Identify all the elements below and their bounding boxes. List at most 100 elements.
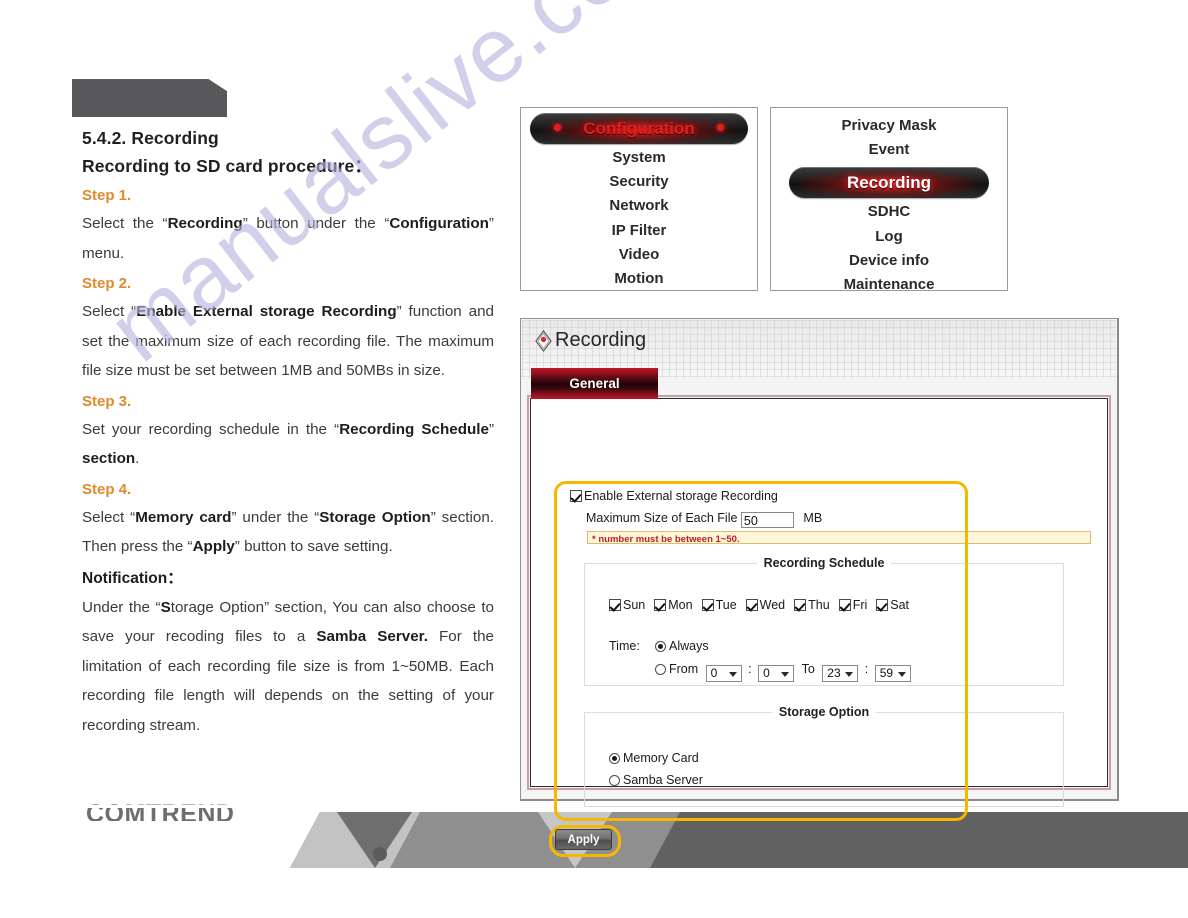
max-size-unit: MB [803, 511, 823, 525]
day-checkbox-row: Sun Mon Tue Wed Thu Fri Sat [609, 598, 918, 612]
step-1-label: Step 1. [82, 187, 132, 204]
tab-general[interactable]: General [531, 368, 658, 399]
menu-item-security[interactable]: Security [521, 170, 757, 194]
page-title: Recording [535, 329, 646, 352]
day-label-thu: Thu [808, 598, 830, 612]
radio-always-icon[interactable] [655, 641, 666, 652]
time-colon-1: : [748, 662, 752, 676]
day-checkbox-mon[interactable]: Mon [654, 598, 693, 612]
configuration-menu-header[interactable]: Configuration [530, 113, 748, 144]
recording-schedule-legend: Recording Schedule [763, 556, 885, 570]
page-title-label: Recording [555, 329, 647, 351]
from-minute-select[interactable]: 0 [758, 665, 795, 682]
from-hour-select[interactable]: 0 [705, 665, 742, 682]
time-range-row[interactable]: From 0 : 0 To 23 : 59 [655, 662, 911, 682]
enable-external-storage-row[interactable]: Enable External storage Recording [570, 489, 778, 503]
storage-option-legend: Storage Option [778, 705, 870, 719]
step-3-text: Set your recording schedule in the “Reco… [82, 420, 494, 468]
menu-item-video[interactable]: Video [521, 243, 757, 267]
menu-item-device-info[interactable]: Device info [771, 249, 1007, 273]
day-checkbox-fri[interactable]: Fri [838, 598, 868, 612]
panel-body: Enable External storage Recording Maximu… [527, 395, 1111, 857]
checkbox-sat-icon[interactable] [876, 599, 889, 611]
menu-item-recording-label: Recording [846, 172, 932, 192]
submenu-list-top: Privacy Mask Event [771, 108, 1007, 162]
day-checkbox-thu[interactable]: Thu [794, 598, 830, 612]
menu-item-event[interactable]: Event [771, 138, 1007, 162]
step-3-label: Step 3. [82, 392, 132, 410]
day-label-fri: Fri [852, 598, 868, 612]
step-4-label: Step 4. [82, 480, 132, 498]
section-heading: 5.4.2. Recording [82, 124, 494, 152]
to-hour-select[interactable]: 23 [822, 665, 859, 682]
radio-samba-server-icon[interactable] [609, 775, 620, 786]
storage-option-group: Storage Option Memory Card Samba Server [584, 705, 1064, 807]
menu-item-privacy-mask[interactable]: Privacy Mask [771, 114, 1007, 138]
max-size-row[interactable]: Maximum Size of Each File 50 MB [586, 511, 822, 528]
menu-item-network[interactable]: Network [521, 194, 757, 218]
day-label-wed: Wed [759, 598, 786, 612]
checkbox-sun-icon[interactable] [609, 599, 621, 611]
section-title: Recording [131, 128, 219, 148]
apply-button-label: Apply [567, 833, 600, 846]
checkbox-fri-icon[interactable] [838, 599, 851, 611]
day-checkbox-sun[interactable]: Sun [609, 598, 645, 612]
recording-diamond-icon [535, 329, 552, 352]
enable-external-storage-checkbox[interactable] [570, 490, 582, 502]
menu-item-maintenance[interactable]: Maintenance [771, 273, 1007, 297]
checkbox-mon-icon[interactable] [654, 599, 667, 611]
configuration-menu-list: System Security Network IP Filter Video … [521, 146, 757, 291]
day-label-mon: Mon [668, 598, 693, 612]
submenu-box: Privacy Mask Event Recording SDHC Log De… [770, 107, 1008, 293]
tab-general-label: General [569, 376, 620, 391]
comtrend-logo-text: COMTREND [86, 800, 235, 828]
day-checkbox-tue[interactable]: Tue [701, 598, 737, 612]
day-label-sat: Sat [890, 598, 910, 612]
menu-item-log[interactable]: Log [771, 225, 1007, 249]
section-number: 5.4.2. [82, 128, 127, 148]
configuration-menu-header-label: Configuration [583, 118, 695, 138]
storage-option-memory-card-label: Memory Card [623, 751, 699, 765]
day-checkbox-sat[interactable]: Sat [876, 598, 909, 612]
storage-option-samba-server[interactable]: Samba Server [609, 773, 703, 787]
day-checkbox-wed[interactable]: Wed [745, 598, 786, 612]
time-colon-2: : [864, 662, 869, 676]
step-2-label: Step 2. [82, 275, 132, 292]
day-label-tue: Tue [715, 598, 737, 612]
checkbox-wed-icon[interactable] [745, 599, 758, 611]
radio-memory-card-icon[interactable] [609, 753, 620, 764]
header-tab-block [72, 79, 227, 117]
max-size-label: Maximum Size of Each File [586, 511, 738, 525]
menu-item-system[interactable]: System [521, 146, 757, 170]
apply-button[interactable]: Apply [555, 829, 612, 850]
time-always-row[interactable]: Always [655, 639, 709, 653]
instruction-column: 5.4.2. Recording Recording to SD card pr… [82, 124, 494, 740]
storage-option-memory-card[interactable]: Memory Card [609, 751, 699, 765]
checkbox-thu-icon[interactable] [794, 599, 807, 611]
menu-item-motion[interactable]: Motion [521, 267, 757, 291]
radio-from-icon[interactable] [655, 664, 666, 675]
step-4-text: Select “Memory card” under the “Storage … [82, 508, 495, 556]
menu-item-sdhc[interactable]: SDHC [771, 200, 1007, 224]
recording-form: Enable External storage Recording Maximu… [531, 399, 1107, 857]
time-always-label: Always [669, 639, 709, 653]
led-dot-right-icon [717, 124, 724, 131]
max-size-input[interactable]: 50 [740, 512, 794, 528]
storage-option-samba-server-label: Samba Server [623, 773, 703, 787]
day-label-sun: Sun [623, 598, 646, 612]
section-subtitle: Recording to SD card procedure： [82, 156, 372, 176]
recording-schedule-group: Recording Schedule Sun Mon Tue Wed Thu Fri Sat… [584, 556, 1064, 686]
recording-settings-panel: Recording General Enable External storag… [520, 318, 1119, 857]
checkbox-tue-icon[interactable] [701, 599, 714, 611]
step-2-text: Select “Enable External storage Recordin… [82, 303, 494, 379]
notification-label: Notification： [82, 569, 183, 587]
configuration-menu-box: Configuration System Security Network IP… [520, 107, 758, 291]
time-from-label: From [669, 662, 699, 676]
to-minute-select[interactable]: 59 [874, 665, 911, 682]
menu-item-ip-filter[interactable]: IP Filter [521, 219, 757, 243]
manual-page: manualslive.com 5.4.2. Recording Recordi… [0, 0, 1188, 918]
menu-item-recording-active[interactable]: Recording [789, 167, 989, 199]
time-to-label: To [801, 662, 815, 676]
enable-external-storage-label: Enable External storage Recording [584, 489, 778, 503]
comtrend-logo: COMTREND [86, 800, 234, 829]
